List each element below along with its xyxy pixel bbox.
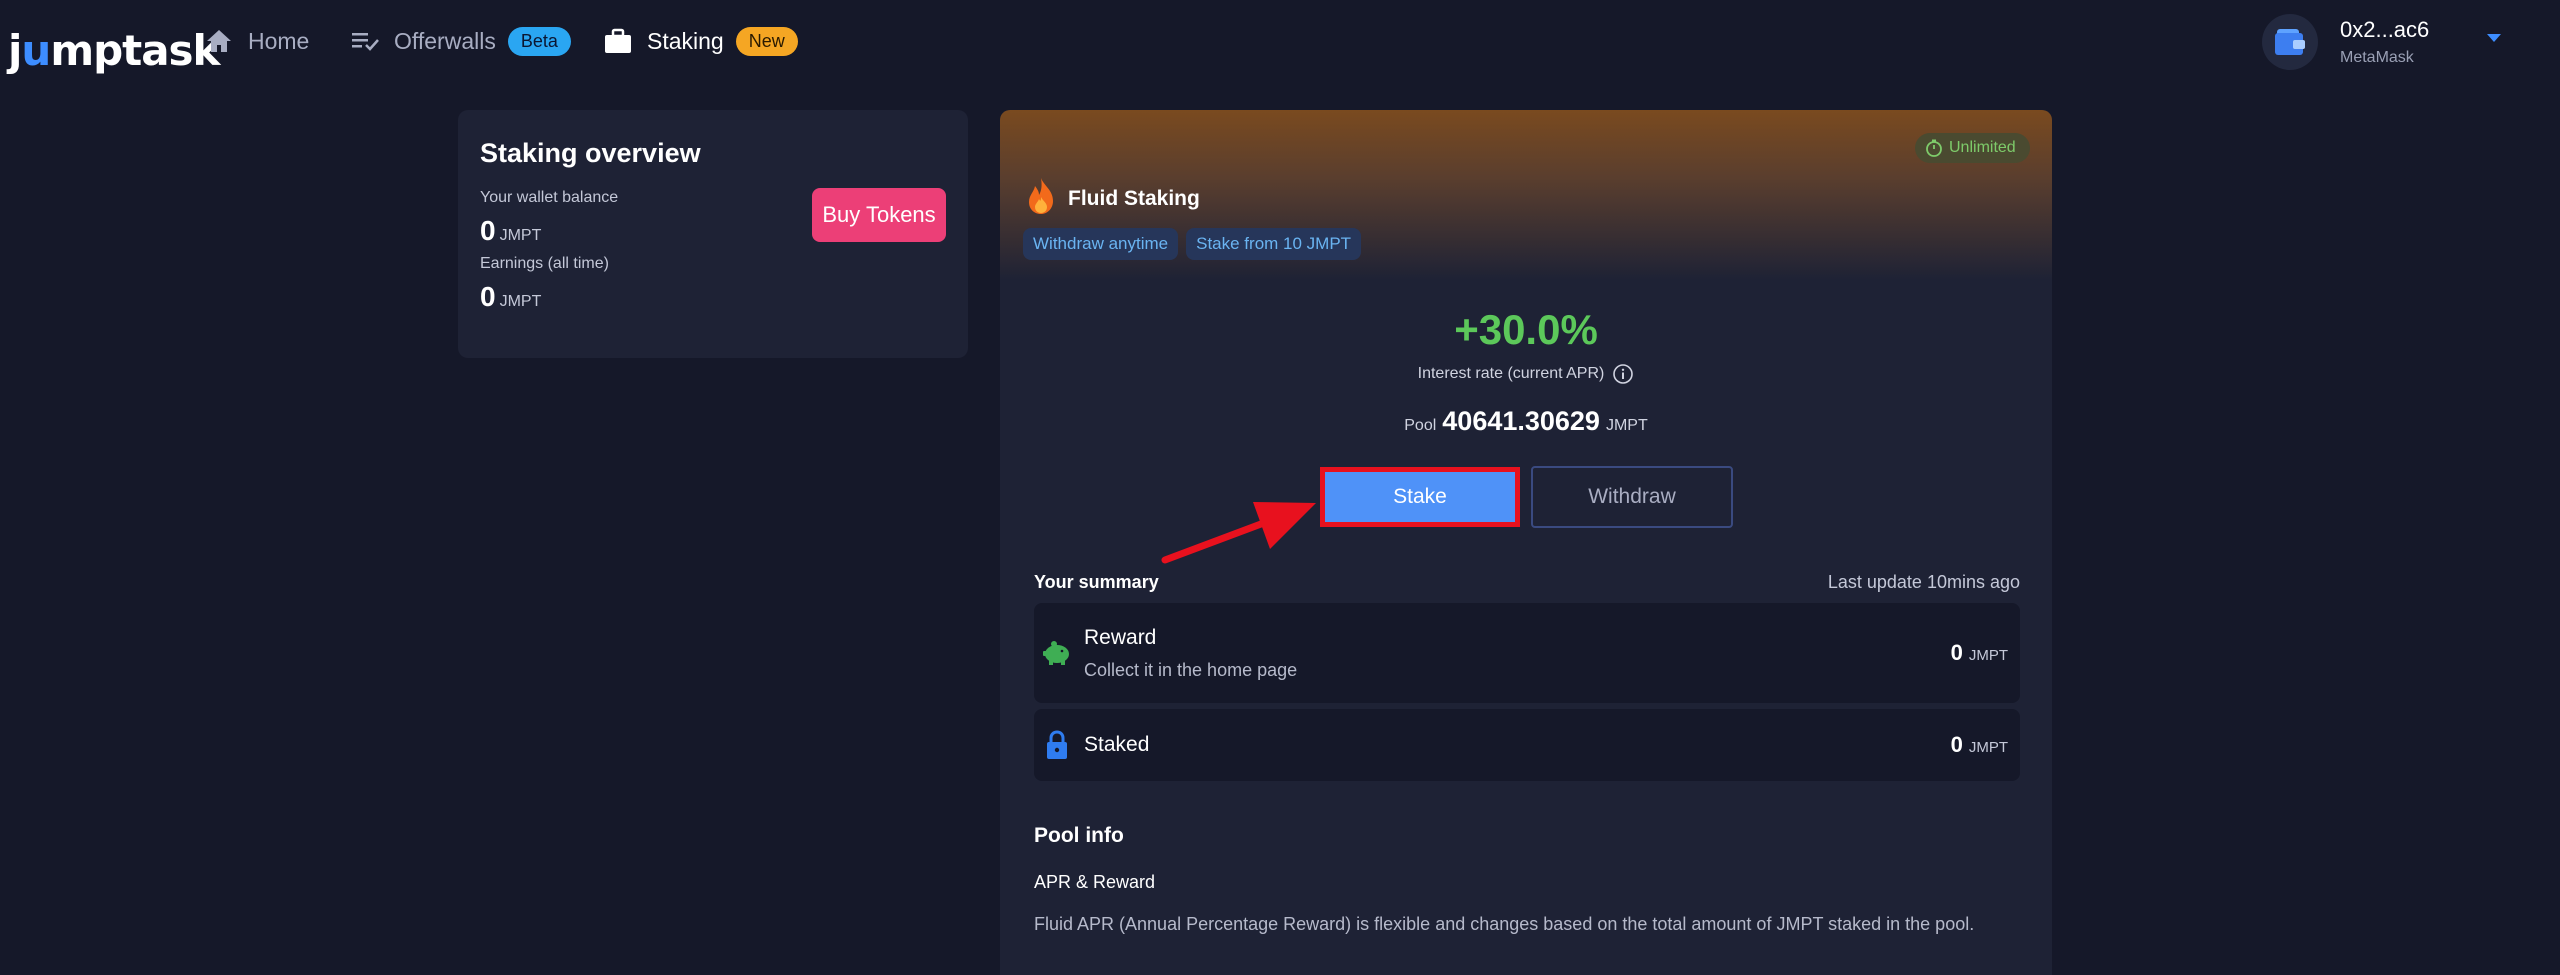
nav-home[interactable]: Home	[204, 18, 309, 64]
staking-overview-card: Staking overview Your wallet balance 0 JM…	[458, 110, 968, 358]
page: jumptask Home Offerwalls Beta Staking Ne…	[0, 0, 2560, 975]
apr-reward-title: APR & Reward	[1034, 872, 1156, 892]
buy-tokens-button[interactable]: Buy Tokens	[812, 188, 946, 242]
unlimited-label: Unlimited	[1949, 139, 2016, 156]
apr-reward-description: Fluid APR (Annual Percentage Reward) is …	[1034, 914, 1975, 934]
summary-title: Your summary	[1034, 572, 1159, 592]
fluid-staking-heading: Fluid Staking	[1026, 177, 1200, 220]
reward-text: Reward Collect it in the home page	[1084, 626, 1297, 681]
logo-wordmark: jumptask	[8, 26, 220, 75]
withdraw-button[interactable]: Withdraw	[1531, 466, 1733, 528]
feature-tags: Withdraw anytime Stake from 10 JMPT	[1023, 228, 1369, 260]
home-icon	[204, 26, 234, 56]
top-header: jumptask Home Offerwalls Beta Staking Ne…	[0, 0, 2560, 82]
tag-stake-minimum: Stake from 10 JMPT	[1186, 228, 1362, 260]
earnings-number: 0	[480, 281, 496, 312]
flame-icon	[1026, 177, 1056, 220]
earnings-label: Earnings (all time)	[480, 255, 609, 272]
apr-label-row: Interest rate (current APR)	[1000, 363, 2052, 385]
timer-icon	[1925, 139, 1943, 157]
briefcase-icon	[603, 26, 633, 56]
tag-withdraw-anytime: Withdraw anytime	[1023, 228, 1179, 260]
nav-staking-label: Staking	[647, 27, 724, 54]
wallet-balance-number: 0	[480, 215, 496, 246]
pool-value: 40641.30629	[1442, 406, 1600, 436]
reward-row: Reward Collect it in the home page 0 JMPT	[1034, 603, 2020, 703]
pool-info-title: Pool info	[1034, 824, 1124, 847]
nav-home-label: Home	[248, 27, 310, 54]
list-check-icon	[350, 26, 380, 56]
wallet-menu[interactable]: 0x2...ac6 MetaMask	[2262, 14, 2429, 70]
fluid-staking-card: Unlimited Fluid Staking Withdraw anytime…	[1000, 110, 2052, 975]
staked-number: 0	[1950, 732, 1963, 757]
reward-title: Reward	[1084, 625, 1157, 649]
nav-offerwalls[interactable]: Offerwalls Beta	[350, 18, 571, 64]
staked-unit: JMPT	[1968, 739, 2008, 756]
fluid-staking-title: Fluid Staking	[1068, 186, 1200, 210]
overview-title: Staking overview	[480, 138, 701, 168]
staked-title: Staked	[1084, 733, 1150, 756]
pool-size: Pool 40641.30629 JMPT	[1000, 406, 2052, 437]
apr-value: +30.0%	[1454, 306, 1598, 353]
reward-value: 0 JMPT	[1951, 640, 2008, 666]
lock-icon	[1042, 730, 1072, 760]
wallet-balance-unit: JMPT	[499, 227, 542, 244]
nav-staking[interactable]: Staking New	[603, 18, 798, 64]
unlimited-badge: Unlimited	[1915, 133, 2030, 163]
reward-unit: JMPT	[1968, 647, 2008, 664]
piggy-bank-icon	[1042, 639, 1072, 667]
pool-unit: JMPT	[1605, 417, 1648, 434]
wallet-address: 0x2...ac6	[2340, 16, 2430, 42]
staked-row: Staked 0 JMPT	[1034, 709, 2020, 781]
reward-number: 0	[1950, 640, 1963, 665]
wallet-icon	[2262, 14, 2318, 70]
nav-offerwalls-label: Offerwalls	[394, 27, 496, 54]
jumptask-logo[interactable]: jumptask	[8, 10, 220, 72]
staked-value: 0 JMPT	[1951, 732, 2008, 758]
reward-subtitle: Collect it in the home page	[1084, 659, 1298, 680]
beta-badge: Beta	[507, 26, 571, 56]
new-badge: New	[735, 26, 798, 56]
stake-button[interactable]: Stake	[1320, 467, 1520, 527]
pool-label: Pool	[1404, 417, 1437, 434]
staked-text: Staked	[1084, 733, 1149, 757]
chevron-down-icon[interactable]	[2487, 34, 2501, 42]
apr-label: Interest rate (current APR)	[1417, 365, 1605, 382]
earnings-value: 0 JMPT	[480, 283, 946, 311]
info-icon[interactable]	[1612, 363, 1634, 385]
earnings-unit: JMPT	[499, 293, 542, 310]
wallet-info: 0x2...ac6 MetaMask	[2340, 17, 2429, 67]
wallet-provider: MetaMask	[2340, 49, 2414, 67]
last-update: Last update 10mins ago	[1827, 572, 2020, 592]
